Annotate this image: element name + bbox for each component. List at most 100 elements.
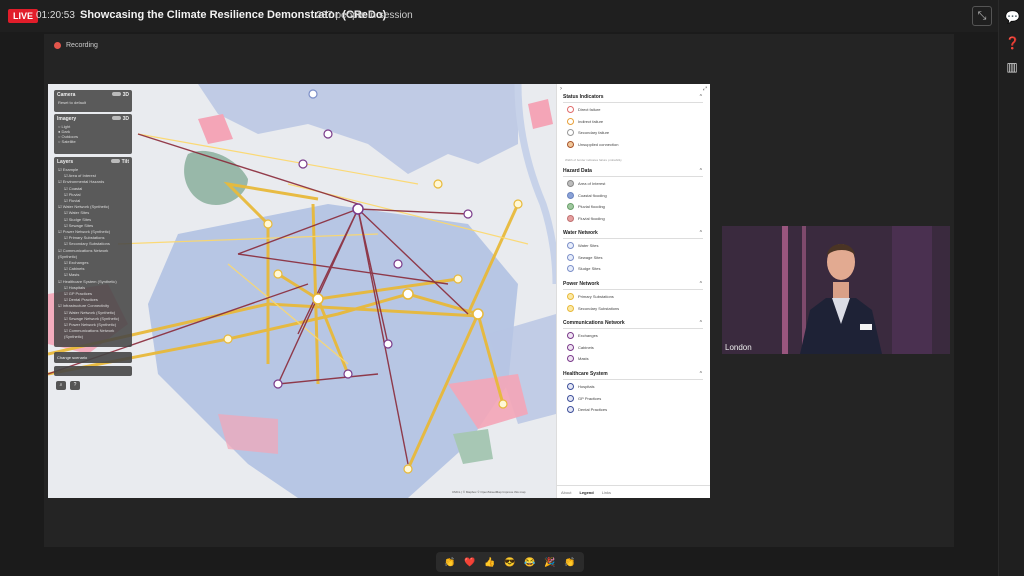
change-scenario-button[interactable]: Change scenario xyxy=(54,352,132,363)
imagery-title: Imagery xyxy=(57,116,77,122)
secondary-substations-icon xyxy=(567,304,574,312)
chevron-up-icon[interactable]: ⌃ xyxy=(699,371,703,377)
reaction-applause[interactable]: 👏 xyxy=(564,552,575,572)
legend-section-title: Power Network xyxy=(563,281,600,287)
legend-item: Unsupplied connection xyxy=(567,140,618,148)
chevron-up-icon[interactable]: ⌃ xyxy=(699,230,703,236)
layer-label: Communications Network (Synthetic) xyxy=(58,247,109,259)
chevron-up-icon[interactable]: ⌃ xyxy=(699,168,703,174)
imagery-3d-toggle[interactable]: 3D xyxy=(112,116,129,122)
cabinets-icon xyxy=(567,343,574,351)
map-node xyxy=(472,308,484,320)
legend-item-label: Secondary failure xyxy=(578,130,610,135)
legend-item: Masts xyxy=(567,355,589,362)
camera-3d-toggle[interactable]: 3D xyxy=(112,92,129,98)
legend-section-hazard[interactable]: Hazard Data ⌃ xyxy=(563,168,703,174)
layer-label: Healthcare System (Synthetic) xyxy=(62,278,117,284)
layer-label: Area of Interest xyxy=(68,173,96,179)
camera-title: Camera xyxy=(57,92,76,98)
layers-tilt-toggle[interactable]: Tilt xyxy=(111,159,129,165)
water-region xyxy=(198,84,518,174)
legend-section-health[interactable]: Healthcare System ⌃ xyxy=(563,371,703,377)
legend-item-label: Water Sites xyxy=(578,243,599,248)
legend-section-title: Status Indicators xyxy=(563,94,604,100)
legend-item-label: Hospitals xyxy=(578,384,595,389)
map-view[interactable]: Camera 3D Reset to default Imagery 3D ○ … xyxy=(48,84,556,498)
map-node xyxy=(273,269,283,279)
legend-section-title: Water Network xyxy=(563,230,598,236)
legend-item-label: Indirect failure xyxy=(578,118,604,124)
chat-icon[interactable]: 💬 xyxy=(1005,10,1020,24)
reaction-party[interactable]: 🎉 xyxy=(544,552,555,572)
panel-collapse-icon[interactable]: › xyxy=(560,86,562,92)
legend-item-label: Coastal flooding xyxy=(578,192,607,198)
sludge-sites-icon xyxy=(567,265,574,272)
presenter-image xyxy=(722,226,950,354)
legend-item: Exchanges xyxy=(567,332,598,339)
legend-item-label: Sewage Sites xyxy=(578,254,603,260)
map-node xyxy=(263,219,273,229)
layer-label: Water Network (Synthetic) xyxy=(62,204,110,210)
poll-icon[interactable]: ▥ xyxy=(1005,60,1019,74)
reset-camera-button[interactable]: Reset to default xyxy=(54,100,132,105)
legend-item: Area of Interest xyxy=(567,180,605,187)
layer-label: Communications Network (Synthetic) xyxy=(64,328,115,340)
tab-links[interactable]: Links xyxy=(602,486,611,498)
layer-label: Cabinets xyxy=(68,266,85,272)
reaction-laugh[interactable]: 😂 xyxy=(524,552,535,572)
chevron-up-icon[interactable]: ⌃ xyxy=(699,281,703,287)
search-icon[interactable]: ⌕ xyxy=(56,381,66,390)
legend-item-label: Fluvial flooding xyxy=(578,215,605,221)
dental-practices-icon xyxy=(567,406,574,413)
reaction-heart[interactable]: ❤️ xyxy=(464,552,475,572)
tab-about[interactable]: About xyxy=(561,486,571,498)
layer-label: Primary Substations xyxy=(68,235,105,241)
legend-section-title: Hazard Data xyxy=(563,168,592,174)
legend-item-label: GP Practices xyxy=(578,395,602,401)
legend-item: Pluvial flooding xyxy=(567,203,605,210)
expand-icon[interactable]: ⤢ xyxy=(703,86,707,92)
legend-section-status[interactable]: Status Indicators ⌃ xyxy=(563,94,703,100)
camera-panel: Camera 3D Reset to default xyxy=(54,90,132,112)
scenario-selector[interactable] xyxy=(54,366,132,376)
green-region xyxy=(453,429,493,464)
legend-section-power[interactable]: Power Network ⌃ xyxy=(563,281,703,287)
layer-label: Secondary Substations xyxy=(68,241,110,247)
tab-legend[interactable]: Legend xyxy=(579,486,593,498)
layer-label: GP Practices xyxy=(68,291,92,297)
layer-label: Sewage Network (Synthetic) xyxy=(68,315,120,321)
legend-section-comms[interactable]: Communications Network ⌃ xyxy=(563,320,703,326)
chevron-up-icon[interactable]: ⌃ xyxy=(699,320,703,326)
legend-divider xyxy=(563,238,703,239)
legend-item: Coastal flooding xyxy=(567,191,607,199)
masts-icon xyxy=(567,355,574,362)
indirect-failure-icon xyxy=(567,117,574,125)
reaction-cool[interactable]: 😎 xyxy=(504,552,515,572)
app-window: LIVE 01:20:53 Showcasing the Climate Res… xyxy=(0,0,1024,576)
legend-item: Water Sites xyxy=(567,242,599,249)
reaction-thumbs-up[interactable]: 👍 xyxy=(484,552,495,572)
map-node xyxy=(498,399,508,409)
chevron-up-icon[interactable]: ⌃ xyxy=(699,94,703,100)
legend-section-water[interactable]: Water Network ⌃ xyxy=(563,230,703,236)
legend-item: Secondary Substations xyxy=(567,304,619,312)
legend-item-label: Masts xyxy=(578,356,589,361)
fluvial-flooding-icon xyxy=(567,214,574,222)
layer-label: Environmental Hazards xyxy=(62,179,105,185)
legend-item: Hospitals xyxy=(567,383,594,390)
reaction-clap[interactable]: 👏 xyxy=(444,552,455,572)
layer-label: Sewage Sites xyxy=(68,222,94,228)
direct-failure-icon xyxy=(567,106,574,113)
legend-item: Fluvial flooding xyxy=(567,214,605,222)
collapse-icon[interactable]: ⤡ xyxy=(972,6,992,26)
qa-icon[interactable]: ❓ xyxy=(1005,36,1020,50)
imagery-option-satellite[interactable]: ○ Satellite xyxy=(54,139,132,144)
layer-label: Power Network (Synthetic) xyxy=(62,229,111,235)
layer-item[interactable]: ☑ Communications Network (Synthetic) xyxy=(54,328,132,340)
layer-item[interactable]: ☑ Communications Network (Synthetic) xyxy=(54,248,132,260)
legend-section-title: Communications Network xyxy=(563,320,625,326)
legend-item-label: Sludge Sites xyxy=(578,266,601,271)
map-node xyxy=(223,334,233,344)
session-timer: 01:20:53 xyxy=(36,10,75,21)
help-icon[interactable]: ? xyxy=(70,381,80,390)
